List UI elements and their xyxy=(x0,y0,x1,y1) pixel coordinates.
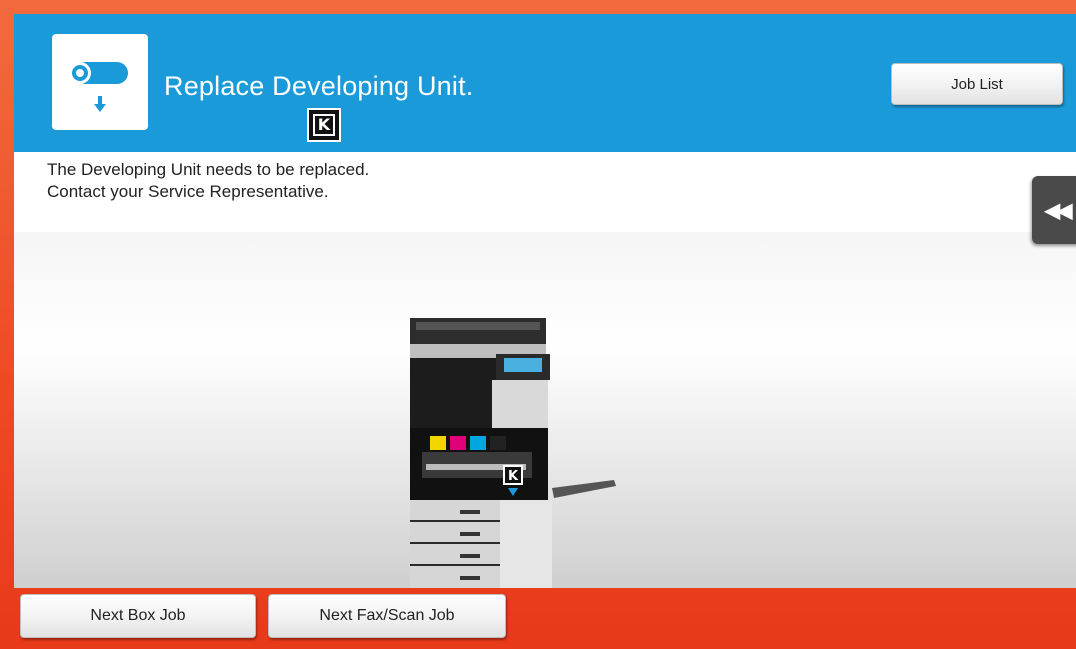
next-box-job-button[interactable]: Next Box Job xyxy=(20,594,256,638)
message-line-2: Contact your Service Representative. xyxy=(47,182,329,201)
panel-screen: Replace Developing Unit. K Job List The … xyxy=(14,14,1076,588)
page-title: Replace Developing Unit. xyxy=(164,71,474,101)
developing-unit-replace-icon xyxy=(52,34,148,130)
message-line-1: The Developing Unit needs to be replaced… xyxy=(47,160,370,179)
svg-text:K: K xyxy=(508,469,519,484)
message-area: The Developing Unit needs to be replaced… xyxy=(14,152,1076,232)
header-bar: Replace Developing Unit. K Job List xyxy=(14,14,1076,152)
side-panel-toggle[interactable]: ◀◀ xyxy=(1032,176,1076,244)
printer-illustration: K xyxy=(404,314,624,588)
black-toner-badge: K xyxy=(307,108,341,142)
job-list-button[interactable]: Job List xyxy=(891,63,1063,105)
double-chevron-left-icon: ◀◀ xyxy=(1044,199,1073,222)
next-fax-scan-job-button[interactable]: Next Fax/Scan Job xyxy=(268,594,506,638)
badge-letter: K xyxy=(313,114,335,136)
